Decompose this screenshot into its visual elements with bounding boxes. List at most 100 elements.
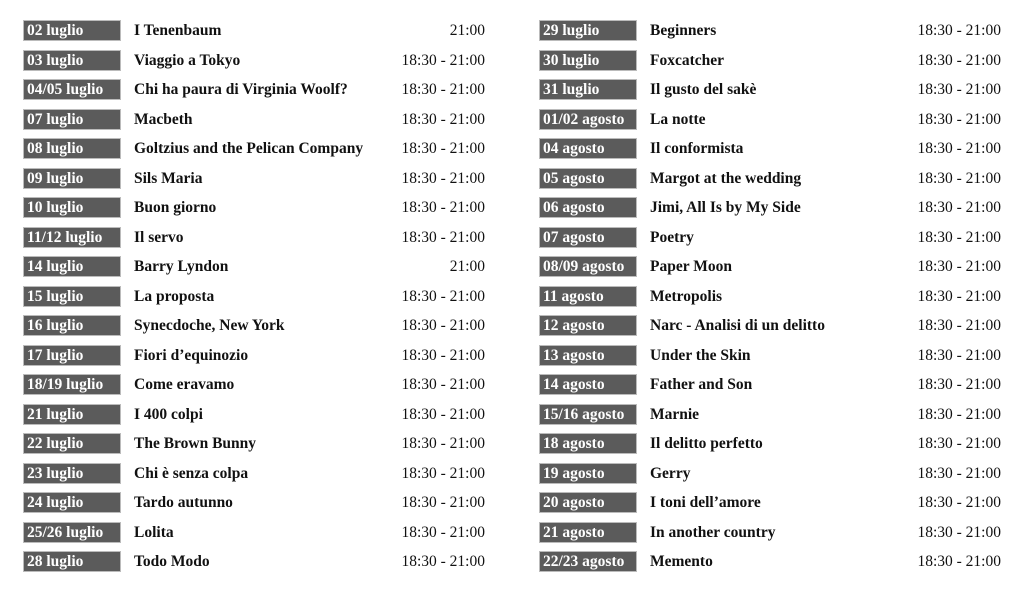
- film-title: Synecdoche, New York: [134, 317, 285, 334]
- screening-date: 01/02 agosto: [539, 108, 637, 130]
- screening-time: 18:30 - 21:00: [401, 81, 485, 98]
- screening-time: 18:30 - 21:00: [917, 523, 1001, 541]
- schedule-row: 29 luglio Beginners 18:30 - 21:00: [539, 20, 1009, 50]
- screening-time: 18:30 - 21:00: [917, 51, 1001, 69]
- film-title: The Brown Bunny: [134, 435, 257, 452]
- screening-time: 18:30 - 21:00: [401, 287, 485, 305]
- screening-time: 18:30 - 21:00: [917, 199, 1001, 216]
- schedule-row: 10 luglio Buon giorno 18:30 - 21:00: [23, 197, 493, 227]
- film-title: La proposta: [134, 287, 215, 305]
- screening-date: 19 agosto: [539, 462, 637, 484]
- screening-date: 23 luglio: [23, 462, 121, 484]
- screening-date: 10 luglio: [23, 197, 121, 218]
- screening-time: 18:30 - 21:00: [917, 169, 1001, 187]
- film-title: Come eravamo: [134, 376, 235, 393]
- film-title: I 400 colpi: [134, 405, 203, 423]
- film-title: Father and Son: [650, 376, 753, 393]
- screening-time: 18:30 - 21:00: [917, 405, 1001, 423]
- screening-date: 30 luglio: [539, 49, 637, 71]
- film-title: I Tenenbaum: [134, 22, 222, 39]
- screening-date: 29 luglio: [539, 20, 637, 41]
- screening-date: 04 agosto: [539, 138, 637, 159]
- screening-date: 07 luglio: [23, 108, 121, 130]
- film-title: In another country: [650, 523, 776, 541]
- film-title: Il servo: [134, 228, 184, 246]
- screening-date: 09 luglio: [23, 167, 121, 189]
- screening-time: 18:30 - 21:00: [917, 81, 1001, 98]
- film-title: Under the Skin: [650, 346, 751, 364]
- screening-date: 15/16 agosto: [539, 403, 637, 425]
- screening-time: 18:30 - 21:00: [401, 435, 485, 452]
- schedule-row: 14 luglio Barry Lyndon 21:00: [23, 256, 493, 286]
- schedule-row: 07 agosto Poetry 18:30 - 21:00: [539, 226, 1009, 257]
- screening-date: 21 luglio: [23, 403, 121, 425]
- film-title: Macbeth: [134, 110, 193, 128]
- film-title: Metropolis: [650, 287, 723, 305]
- screening-time: 18:30 - 21:00: [917, 435, 1001, 452]
- schedule-row: 03 luglio Viaggio a Tokyo 18:30 - 21:00: [23, 49, 493, 80]
- screening-date: 21 agosto: [539, 521, 637, 543]
- film-title: Fiori d’equinozio: [134, 346, 249, 364]
- film-title: Marnie: [650, 405, 700, 423]
- screening-time: 18:30 - 21:00: [917, 287, 1001, 305]
- film-title: Barry Lyndon: [134, 258, 229, 275]
- schedule-row: 18/19 luglio Come eravamo 18:30 - 21:00: [23, 374, 493, 404]
- schedule-row: 28 luglio Todo Modo 18:30 - 21:00: [23, 551, 493, 581]
- screening-time: 18:30 - 21:00: [401, 51, 485, 69]
- schedule-row: 12 agosto Narc - Analisi di un delitto 18:…: [539, 315, 1009, 345]
- screening-time: 18:30 - 21:00: [401, 140, 485, 157]
- film-title: Memento: [650, 553, 713, 570]
- film-title: Il gusto del sakè: [650, 81, 757, 98]
- film-title: Beginners: [650, 22, 717, 39]
- schedule-row: 30 luglio Foxcatcher 18:30 - 21:00: [539, 49, 1009, 80]
- screening-date: 15 luglio: [23, 285, 121, 307]
- screening-time: 18:30 - 21:00: [401, 169, 485, 187]
- schedule-row: 01/02 agosto La notte 18:30 - 21:00: [539, 108, 1009, 139]
- film-title: Foxcatcher: [650, 51, 725, 69]
- screening-time: 18:30 - 21:00: [401, 346, 485, 364]
- schedule-row: 21 luglio I 400 colpi 18:30 - 21:00: [23, 403, 493, 434]
- screening-date: 03 luglio: [23, 49, 121, 71]
- film-title: Poetry: [650, 228, 694, 246]
- schedule-column-july: 02 luglio I Tenenbaum 21:00 03 luglio Viaggi…: [23, 20, 493, 581]
- schedule-row: 04 agosto Il conformista 18:30 - 21:00: [539, 138, 1009, 168]
- screening-date: 18/19 luglio: [23, 374, 121, 395]
- film-title: I toni dell’amore: [650, 494, 761, 511]
- schedule-row: 20 agosto I toni dell’amore 18:30 - 21:00: [539, 492, 1009, 522]
- screening-date: 18 agosto: [539, 433, 637, 454]
- screening-time: 18:30 - 21:00: [917, 317, 1001, 334]
- schedule-row: 31 luglio Il gusto del sakè 18:30 - 21:00: [539, 79, 1009, 109]
- screening-date: 02 luglio: [23, 20, 121, 41]
- schedule-row: 08/09 agosto Paper Moon 18:30 - 21:00: [539, 256, 1009, 286]
- schedule-row: 22 luglio The Brown Bunny 18:30 - 21:00: [23, 433, 493, 463]
- screening-time: 18:30 - 21:00: [917, 494, 1001, 511]
- schedule-row: 15/16 agosto Marnie 18:30 - 21:00: [539, 403, 1009, 434]
- screening-date: 11 agosto: [539, 285, 637, 307]
- screening-time: 18:30 - 21:00: [401, 553, 485, 570]
- screening-date: 05 agosto: [539, 167, 637, 189]
- screening-date: 12 agosto: [539, 315, 637, 336]
- film-title: Buon giorno: [134, 199, 217, 216]
- screening-date: 31 luglio: [539, 79, 637, 100]
- screening-date: 24 luglio: [23, 492, 121, 513]
- screening-date: 06 agosto: [539, 197, 637, 218]
- schedule-row: 02 luglio I Tenenbaum 21:00: [23, 20, 493, 50]
- screening-time: 18:30 - 21:00: [401, 523, 485, 541]
- screening-time: 18:30 - 21:00: [917, 22, 1001, 39]
- film-title: Chi è senza colpa: [134, 464, 249, 482]
- screening-date: 14 agosto: [539, 374, 637, 395]
- screening-time: 18:30 - 21:00: [401, 199, 485, 216]
- screening-date: 17 luglio: [23, 344, 121, 366]
- screening-time: 18:30 - 21:00: [917, 228, 1001, 246]
- screening-date: 25/26 luglio: [23, 521, 121, 543]
- schedule-row: 24 luglio Tardo autunno 18:30 - 21:00: [23, 492, 493, 522]
- screening-date: 14 luglio: [23, 256, 121, 277]
- schedule-row: 05 agosto Margot at the wedding 18:30 - 21…: [539, 167, 1009, 198]
- film-title: La notte: [650, 110, 706, 128]
- screening-date: 22 luglio: [23, 433, 121, 454]
- schedule-row: 09 luglio Sils Maria 18:30 - 21:00: [23, 167, 493, 198]
- film-title: Todo Modo: [134, 553, 210, 570]
- film-title: Paper Moon: [650, 258, 732, 275]
- screening-time: 18:30 - 21:00: [401, 317, 485, 334]
- screening-time: 18:30 - 21:00: [917, 110, 1001, 128]
